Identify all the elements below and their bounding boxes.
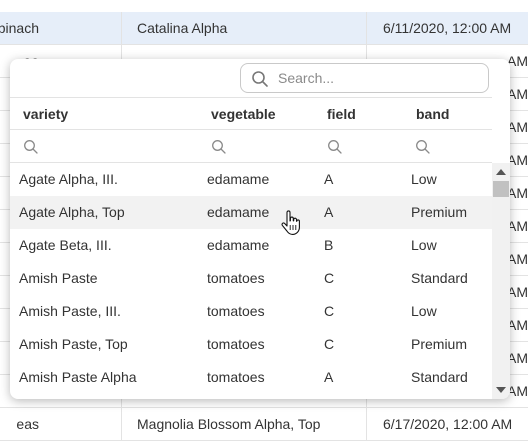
vegetable-cell: edamame — [207, 204, 270, 220]
variety-cell: Agate Beta, III. — [19, 237, 112, 253]
background-cell: Magnolia Blossom Alpha, Top — [121, 408, 366, 440]
field-cell: C — [324, 303, 335, 319]
field-cell: B — [324, 237, 334, 253]
background-cell-text: pinach — [0, 20, 39, 36]
filter-row — [10, 130, 492, 163]
band-cell: Premium — [411, 204, 468, 220]
option-row[interactable]: Agate Alpha, III. edamame A Low — [10, 163, 492, 196]
background-cell: 6/17/2020, 12:00 AM — [366, 408, 528, 440]
background-cell-text: eas — [16, 416, 39, 432]
option-row[interactable]: Amish Paste, III. tomatoes C Low — [10, 295, 492, 328]
dropdown-popup: variety vegetable field band Agate Alpha… — [10, 59, 510, 399]
background-cell: Catalina Alpha — [121, 12, 366, 44]
vegetable-cell: tomatoes — [207, 303, 265, 319]
option-row[interactable]: Agate Beta, III. edamame B Low — [10, 229, 492, 262]
variety-cell: Amish Paste, III. — [19, 303, 121, 319]
option-row[interactable]: Amish Paste, Top tomatoes C Premium — [10, 328, 492, 361]
variety-cell: Amish Paste — [19, 270, 98, 286]
filter-search-icon[interactable] — [211, 139, 227, 155]
variety-cell: Agate Alpha, Top — [19, 204, 125, 220]
options-list: Agate Alpha, III. edamame A Low Agate Alpha,… — [10, 163, 492, 399]
vegetable-cell: edamame — [207, 171, 270, 187]
band-cell: Low — [411, 303, 437, 319]
option-row[interactable]: Agate Alpha, Top edamame A Premium — [10, 196, 492, 229]
scrollbar-thumb[interactable] — [493, 181, 509, 197]
variety-cell: Agate Alpha, III. — [19, 171, 118, 187]
vegetable-cell: tomatoes — [207, 369, 265, 385]
variety-cell: Amish Paste Alpha — [19, 369, 137, 385]
band-cell: Low — [411, 171, 437, 187]
option-row[interactable]: Amish Paste tomatoes C Standard — [10, 262, 492, 295]
background-cell: 6/11/2020, 12:00 AM — [366, 12, 528, 44]
filter-search-icon[interactable] — [415, 139, 431, 155]
vegetable-cell: edamame — [207, 237, 270, 253]
hand-cursor-icon — [281, 210, 300, 235]
band-cell: Standard — [411, 270, 468, 286]
scroll-down-arrow-icon[interactable] — [496, 387, 506, 393]
scroll-up-arrow-icon[interactable] — [496, 169, 506, 175]
filter-search-icon[interactable] — [327, 139, 343, 155]
search-icon — [252, 71, 268, 87]
background-cell: pinach — [0, 12, 121, 44]
filter-search-icon[interactable] — [23, 139, 39, 155]
column-header-variety[interactable]: variety — [23, 98, 68, 131]
vegetable-cell: tomatoes — [207, 270, 265, 286]
variety-cell: Amish Paste, Top — [19, 336, 128, 352]
field-cell: A — [324, 369, 334, 385]
field-cell: A — [324, 171, 334, 187]
vegetable-cell: tomatoes — [207, 336, 265, 352]
field-cell: C — [324, 270, 335, 286]
band-cell: Low — [411, 237, 437, 253]
search-box[interactable] — [240, 63, 489, 93]
field-cell: C — [324, 336, 335, 352]
option-row[interactable]: Amish Paste Alpha tomatoes A Standard — [10, 361, 492, 394]
column-header-band[interactable]: band — [416, 98, 449, 131]
field-cell: A — [324, 204, 334, 220]
background-table-row[interactable]: pinach Catalina Alpha 6/11/2020, 12:00 AM — [0, 12, 528, 45]
column-header-vegetable[interactable]: vegetable — [211, 98, 276, 131]
band-cell: Standard — [411, 369, 468, 385]
vertical-scrollbar[interactable] — [492, 163, 510, 399]
column-header-field[interactable]: field — [327, 98, 356, 131]
band-cell: Premium — [411, 336, 468, 352]
search-input[interactable] — [278, 64, 478, 92]
background-cell: eas — [0, 408, 121, 440]
column-header-row: variety vegetable field band — [10, 97, 492, 130]
